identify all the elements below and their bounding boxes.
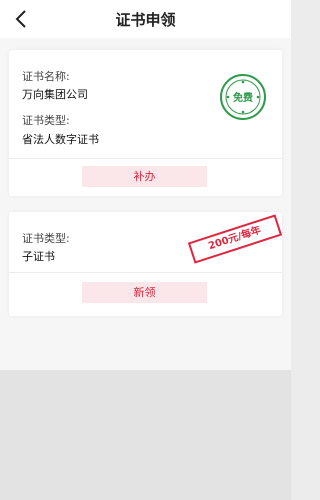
- free-stamp-text: 免费: [233, 93, 253, 104]
- cert-type-label: 证书类型:: [22, 114, 70, 127]
- content-area: 证书名称: 万向集团公司 证书类型: 省法人数字证书 免费 补办 证书类型: 子…: [0, 38, 291, 370]
- certificate-card-sub: 证书类型: 子证书 200元/每年 新领: [9, 212, 283, 316]
- certificate-card-legal: 证书名称: 万向集团公司 证书类型: 省法人数字证书 免费 补办: [9, 50, 282, 196]
- cert-name-value: 万向集团公司: [22, 88, 88, 101]
- reissue-button[interactable]: 补办: [82, 166, 207, 187]
- cert-type-value: 子证书: [22, 250, 55, 263]
- cert-type-value: 省法人数字证书: [22, 133, 99, 146]
- cert-name-label: 证书名称:: [22, 70, 70, 83]
- card-divider: [9, 272, 282, 273]
- cert-type-label: 证书类型:: [22, 232, 70, 245]
- price-stamp: 200元/每年: [187, 214, 283, 264]
- page-title: 证书申领: [115, 11, 176, 29]
- top-bar: 证书申领: [0, 0, 291, 38]
- free-stamp: 免费: [219, 73, 267, 121]
- new-apply-button[interactable]: 新领: [82, 282, 207, 303]
- card-divider: [9, 158, 282, 159]
- empty-bottom-area: [0, 370, 291, 500]
